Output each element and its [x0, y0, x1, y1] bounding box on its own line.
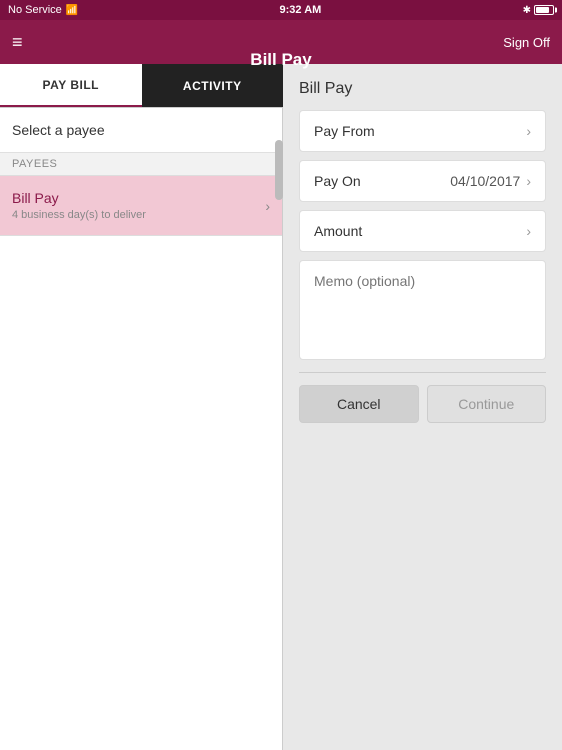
signoff-button[interactable]: Sign Off: [503, 35, 550, 50]
continue-button[interactable]: Continue: [427, 385, 547, 423]
amount-chevron-icon: ›: [526, 223, 531, 239]
nav-bar: ≡ Bill Pay Sign Off: [0, 20, 562, 64]
payee-item[interactable]: Bill Pay 4 business day(s) to deliver ›: [0, 176, 282, 236]
amount-label: Amount: [314, 223, 362, 239]
pay-from-label: Pay From: [314, 123, 375, 139]
pay-from-field[interactable]: Pay From ›: [299, 110, 546, 152]
nav-title: Bill Pay: [250, 50, 311, 70]
amount-field[interactable]: Amount ›: [299, 210, 546, 252]
payees-section-label: PAYEES: [0, 153, 282, 176]
main-layout: PAY BILL ACTIVITY Select a payee PAYEES …: [0, 64, 562, 750]
battery-icon: [534, 5, 554, 15]
menu-icon[interactable]: ≡: [12, 32, 23, 53]
status-left: No Service 📶: [8, 4, 78, 16]
memo-input[interactable]: [314, 273, 531, 347]
payee-info: Bill Pay 4 business day(s) to deliver: [12, 190, 146, 221]
select-payee-label: Select a payee: [0, 108, 282, 153]
tab-pay-bill[interactable]: PAY BILL: [0, 64, 142, 107]
bill-pay-title: Bill Pay: [299, 80, 546, 98]
scroll-handle[interactable]: [275, 140, 283, 200]
pay-on-label: Pay On: [314, 173, 361, 189]
payee-chevron-icon: ›: [265, 198, 270, 214]
pay-on-field[interactable]: Pay On 04/10/2017 ›: [299, 160, 546, 202]
cancel-button[interactable]: Cancel: [299, 385, 419, 423]
memo-field[interactable]: [299, 260, 546, 360]
button-row: Cancel Continue: [299, 385, 546, 423]
payee-delivery: 4 business day(s) to deliver: [12, 209, 146, 221]
payee-name: Bill Pay: [12, 190, 146, 206]
pay-on-date: 04/10/2017: [450, 173, 520, 189]
tab-activity[interactable]: ACTIVITY: [142, 64, 284, 107]
right-panel: Bill Pay Pay From › Pay On 04/10/2017 › …: [283, 64, 562, 750]
bluetooth-icon: ✱: [523, 5, 531, 16]
status-right: ✱: [523, 5, 554, 16]
pay-on-chevron-icon: ›: [526, 173, 531, 189]
status-bar: No Service 📶 9:32 AM ✱: [0, 0, 562, 20]
pay-from-chevron-icon: ›: [526, 123, 531, 139]
left-panel: PAY BILL ACTIVITY Select a payee PAYEES …: [0, 64, 283, 750]
signal-text: No Service: [8, 4, 62, 16]
status-time: 9:32 AM: [280, 4, 322, 16]
tab-bar: PAY BILL ACTIVITY: [0, 64, 283, 108]
wifi-icon: 📶: [66, 5, 78, 16]
divider: [299, 372, 546, 373]
pay-on-value-container: 04/10/2017 ›: [450, 173, 531, 189]
